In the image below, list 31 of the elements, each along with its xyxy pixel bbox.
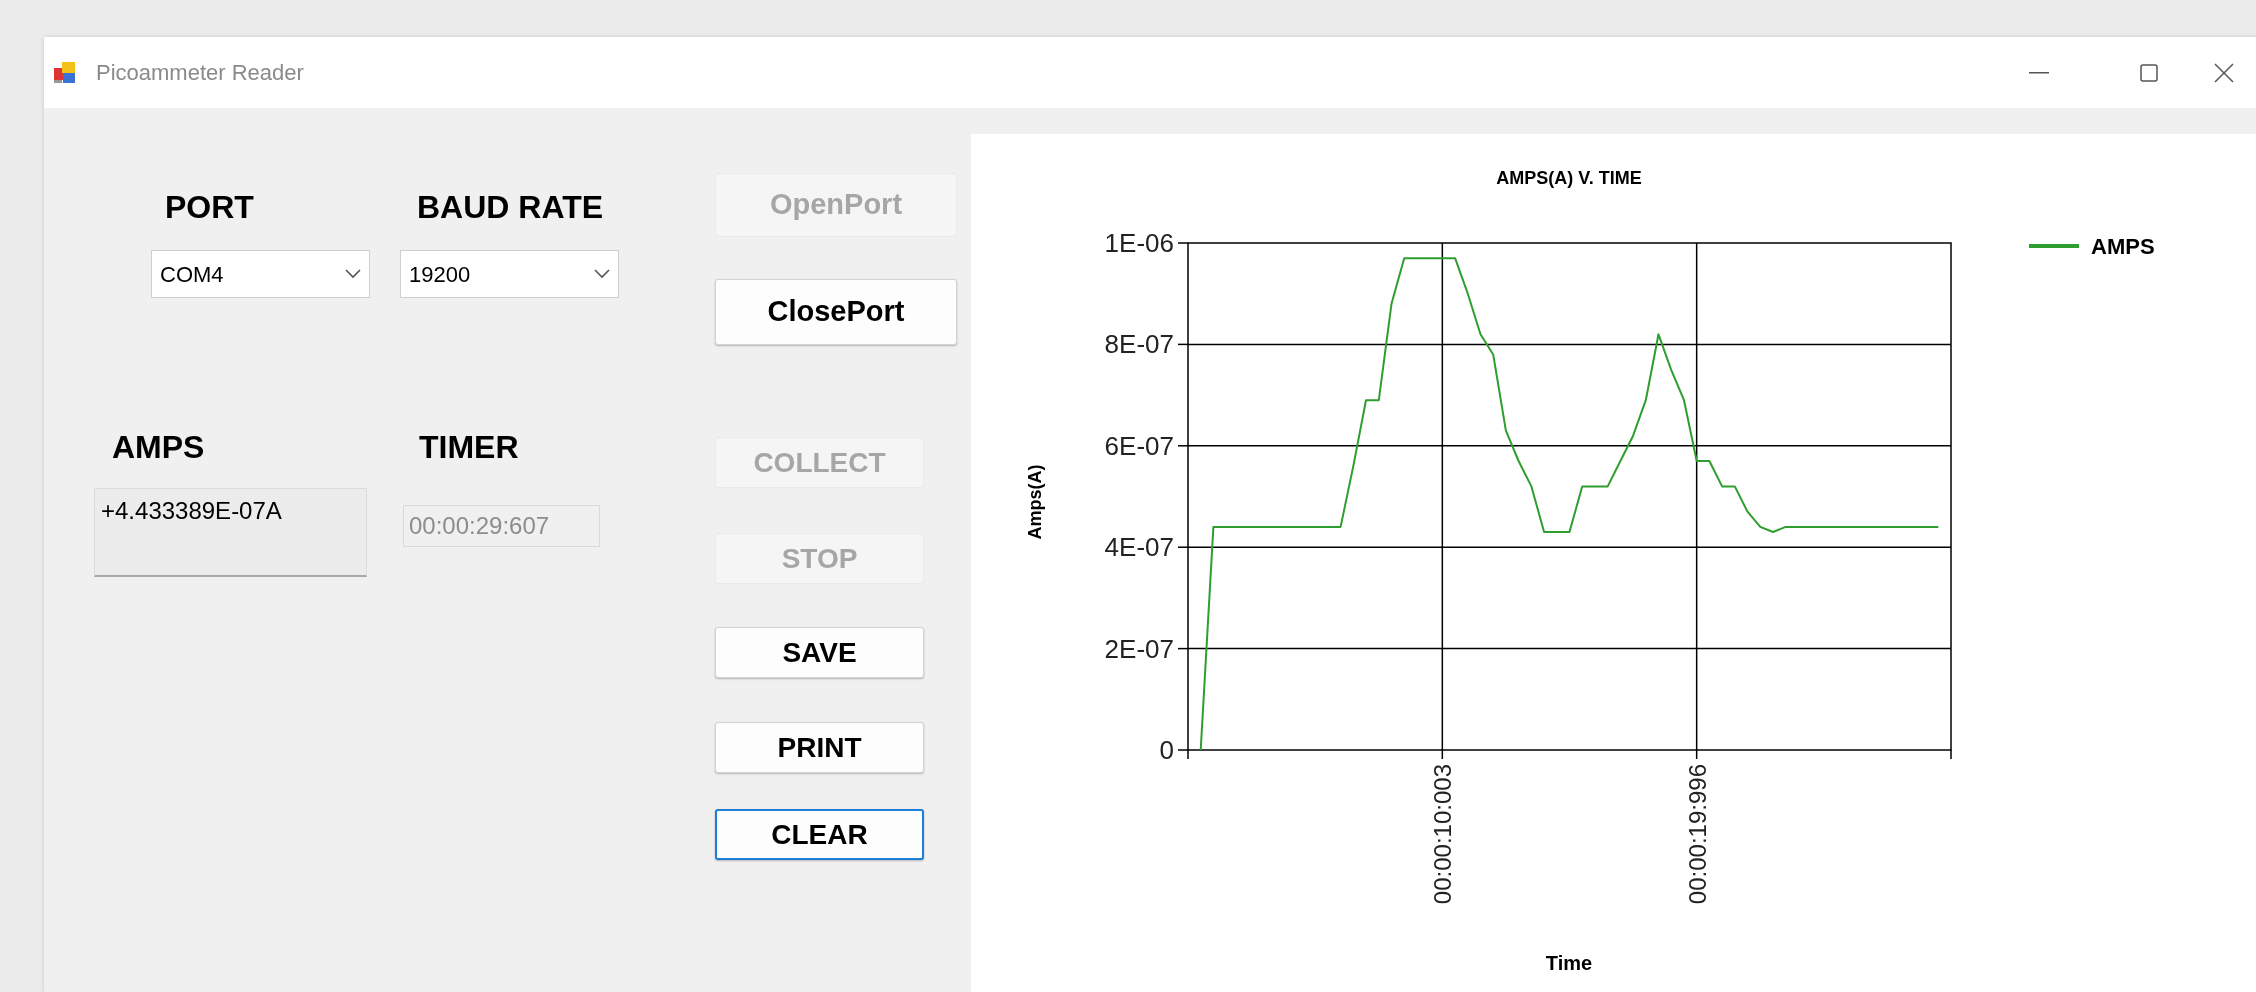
chevron-down-icon (345, 269, 361, 279)
action-button[interactable]: PRINT (715, 722, 924, 773)
axis-tick-label: 4E-07 (1104, 532, 1174, 563)
legend-label: AMPS (2091, 234, 2155, 259)
port-button[interactable]: ClosePort (715, 279, 957, 345)
x-axis-title: Time (1545, 952, 1593, 974)
port-dropdown[interactable]: COM4 (151, 250, 370, 298)
chart-title: AMPS(A) V. TIME (1496, 168, 1642, 188)
baud-rate-label: BAUD RATE (416, 189, 605, 225)
window-title: Picoammeter Reader (96, 59, 304, 87)
axis-tick-label: 8E-07 (1104, 329, 1174, 360)
timer-field: 00:00:29:607 (403, 505, 600, 547)
action-button[interactable]: CLEAR (715, 809, 924, 860)
axis-tick-label: 6E-07 (1104, 430, 1174, 461)
close-icon (2214, 62, 2234, 83)
timer-label: TIMER (418, 429, 520, 465)
amps-value-field: +4.433389E-07A (94, 488, 367, 577)
axis-tick-label: 00:00:10:003 (1429, 764, 1457, 905)
axis-tick-label: 2E-07 (1104, 633, 1174, 664)
port-label: PORT (164, 189, 255, 225)
axis-tick-label: 0 (1159, 735, 1174, 765)
axis-tick-label: 1E-06 (1104, 228, 1174, 258)
baud-rate-dropdown[interactable]: 19200 (400, 250, 619, 298)
maximize-icon (2140, 63, 2158, 82)
axis-tick-label: 00:00:19:996 (1683, 764, 1711, 905)
app-icon (53, 60, 77, 85)
y-axis-title: Amps(A) (1025, 464, 1045, 540)
chevron-down-icon (594, 269, 610, 279)
action-button[interactable]: SAVE (715, 627, 924, 678)
amps-label: AMPS (111, 429, 206, 465)
minimize-icon (2029, 71, 2049, 74)
